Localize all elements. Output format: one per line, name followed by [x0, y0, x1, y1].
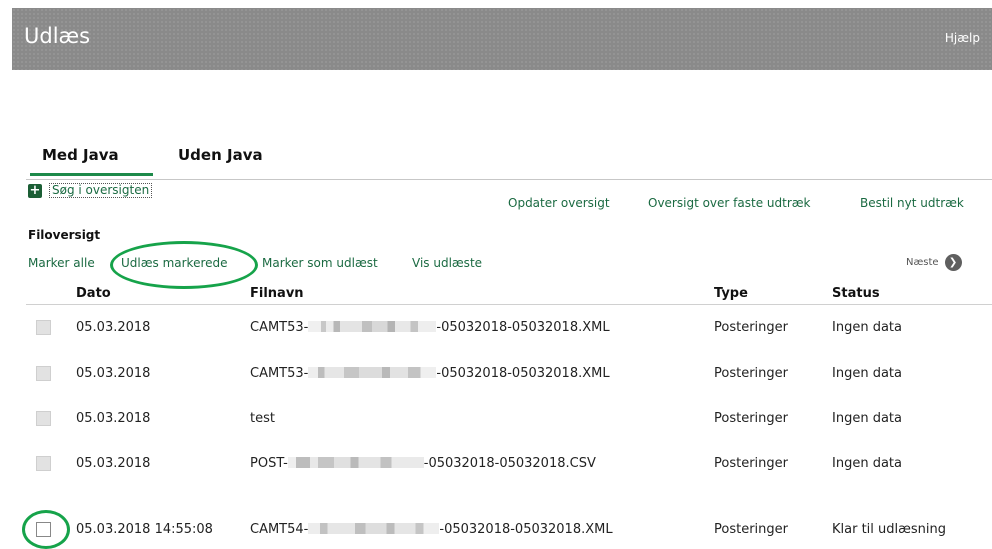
cell-date: 05.03.2018 [76, 366, 151, 381]
cell-type: Posteringer [714, 522, 788, 537]
cell-date: 05.03.2018 [76, 411, 151, 426]
page-title: Udlæs [24, 24, 91, 48]
filename-prefix: POST- [250, 456, 288, 471]
tab-med-java[interactable]: Med Java [42, 146, 119, 164]
next-page-button[interactable]: Næste ❯ [906, 254, 962, 271]
cell-type: Posteringer [714, 411, 788, 426]
filename-prefix: test [250, 411, 275, 426]
filename-suffix: -05032018-05032018.CSV [423, 456, 596, 471]
cell-date: 05.03.2018 14:55:08 [76, 522, 213, 537]
table-row: 05.03.2018 14:55:08 CAMT54- -05032018-050… [0, 514, 992, 546]
redacted-filename-part [308, 523, 440, 534]
active-tab-indicator [30, 173, 153, 176]
redacted-filename-part [308, 367, 437, 378]
app-header: Udlæs Hjælp [12, 8, 992, 70]
search-overview-label: Søg i oversigten [49, 183, 153, 198]
read-marked-link[interactable]: Udlæs markerede [121, 256, 228, 270]
table-header-divider [26, 304, 992, 305]
row-checkbox[interactable] [36, 366, 51, 381]
mark-as-read-link[interactable]: Marker som udlæst [262, 256, 378, 270]
chevron-right-icon: ❯ [944, 254, 962, 271]
fixed-extracts-link[interactable]: Oversigt over faste udtræk [648, 196, 811, 210]
table-row: 05.03.2018 CAMT53- -05032018-05032018.XML… [0, 358, 992, 390]
plus-icon: + [28, 182, 42, 198]
cell-date: 05.03.2018 [76, 456, 151, 471]
cell-filename: CAMT54- -05032018-05032018.XML [250, 522, 613, 537]
filename-prefix: CAMT53- [250, 320, 309, 335]
cell-status: Ingen data [832, 366, 902, 381]
cell-filename: CAMT53- -05032018-05032018.XML [250, 366, 610, 381]
section-title: Filoversigt [28, 228, 101, 242]
next-page-label: Næste [906, 257, 939, 268]
row-checkbox[interactable] [36, 456, 51, 471]
cell-date: 05.03.2018 [76, 320, 151, 335]
tab-uden-java[interactable]: Uden Java [178, 146, 263, 164]
cell-type: Posteringer [714, 456, 788, 471]
filename-prefix: CAMT54- [250, 522, 309, 537]
tabs-divider [26, 179, 992, 180]
cell-filename: test [250, 411, 275, 426]
row-checkbox[interactable] [36, 411, 51, 426]
filename-suffix: -05032018-05032018.XML [439, 522, 613, 537]
table-row: 05.03.2018 POST- -05032018-05032018.CSV P… [0, 448, 992, 480]
row-checkbox[interactable] [36, 320, 51, 335]
column-header-date: Dato [76, 286, 111, 301]
cell-type: Posteringer [714, 366, 788, 381]
table-row: 05.03.2018 test Posteringer Ingen data [0, 403, 992, 435]
cell-status: Klar til udlæsning [832, 522, 947, 537]
help-link[interactable]: Hjælp [945, 31, 980, 45]
column-header-filename: Filnavn [250, 286, 304, 301]
update-overview-link[interactable]: Opdater oversigt [508, 196, 610, 210]
show-read-link[interactable]: Vis udlæste [412, 256, 482, 270]
column-header-type: Type [714, 286, 748, 301]
filename-suffix: -05032018-05032018.XML [436, 320, 610, 335]
cell-status: Ingen data [832, 456, 902, 471]
order-extract-link[interactable]: Bestil nyt udtræk [860, 196, 964, 210]
cell-filename: POST- -05032018-05032018.CSV [250, 456, 596, 471]
column-header-status: Status [832, 286, 880, 301]
cell-status: Ingen data [832, 320, 902, 335]
search-overview-toggle[interactable]: + Søg i oversigten [28, 182, 153, 198]
table-row: 05.03.2018 CAMT53- -05032018-05032018.XML… [0, 312, 992, 344]
row-checkbox[interactable] [36, 522, 51, 537]
cell-status: Ingen data [832, 411, 902, 426]
redacted-filename-part [287, 457, 424, 468]
cell-filename: CAMT53- -05032018-05032018.XML [250, 320, 610, 335]
mark-all-link[interactable]: Marker alle [28, 256, 95, 270]
cell-type: Posteringer [714, 320, 788, 335]
redacted-filename-part [308, 321, 437, 332]
filename-prefix: CAMT53- [250, 366, 309, 381]
filename-suffix: -05032018-05032018.XML [436, 366, 610, 381]
